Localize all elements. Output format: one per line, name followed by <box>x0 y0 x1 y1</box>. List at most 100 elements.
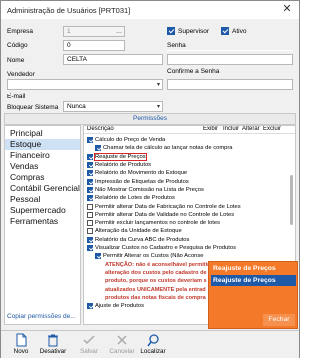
category-ferramentas[interactable]: Ferramentas <box>5 216 80 227</box>
chevron-down-icon: ▾ <box>156 82 160 88</box>
email-spacer <box>7 93 10 94</box>
permission-checkbox[interactable] <box>95 253 101 260</box>
permission-checkbox[interactable] <box>87 186 93 193</box>
category-contabil-gerencial[interactable]: Contábil Gerencial <box>5 183 80 194</box>
category-estoque[interactable]: Estoque <box>5 139 80 150</box>
senha-label: Senha <box>167 42 186 49</box>
col-excluir: Excluir <box>263 126 282 132</box>
permission-list-header: Descrição Exibir Incluir Alterar Excluir <box>84 126 295 134</box>
permission-checkbox[interactable] <box>87 178 93 185</box>
permission-checkbox[interactable] <box>87 303 93 310</box>
permission-label: Chamar tela de cálculo ao lançar notas d… <box>103 145 233 152</box>
bloquear-select[interactable]: Nunca ▾ <box>63 101 163 112</box>
codigo-field[interactable]: 0 <box>63 40 125 51</box>
bloquear-value: Nunca <box>67 103 86 110</box>
nome-field[interactable]: CELTA <box>63 54 163 65</box>
permission-checkbox[interactable] <box>87 170 93 177</box>
category-list: Principal Estoque Financeiro Vendas Comp… <box>4 125 81 325</box>
close-icon[interactable]: ✕ <box>281 3 293 15</box>
confirme-senha-field[interactable] <box>167 79 293 90</box>
permission-row[interactable]: Permitir excluir lançamentos no controle… <box>87 219 220 227</box>
permission-checkbox[interactable] <box>87 137 93 144</box>
permission-checkbox[interactable] <box>87 220 93 227</box>
empresa-field[interactable]: 1… <box>63 26 125 37</box>
permission-row[interactable]: Visualizar Custos no Cadastro e Pesquisa… <box>87 244 236 252</box>
permission-label: Permitir Alterar os Custos (Não Aconse <box>103 253 204 260</box>
search-icon <box>147 334 159 347</box>
permission-row[interactable]: Não Mostrar Comissão na Lista de Preços <box>87 186 204 194</box>
permission-checkbox[interactable] <box>87 236 93 243</box>
localizar-button[interactable]: Localizar <box>136 333 170 357</box>
warning-note-line: produto, porque os custos deveriam s <box>105 277 207 285</box>
permission-checkbox[interactable] <box>87 211 93 218</box>
category-compras[interactable]: Compras <box>5 172 80 183</box>
novo-button[interactable]: Novo <box>4 333 38 357</box>
permission-checkbox[interactable] <box>87 195 93 202</box>
copy-permissions-link[interactable]: Copiar permissões de... <box>7 313 76 320</box>
permission-label: Impressão de Etiquetas de Produtos <box>95 178 189 185</box>
warning-note-text: atualizados UNICAMENTE pela entrad <box>105 286 206 293</box>
permission-row[interactable]: Permitir Alterar os Custos (Não Aconse <box>95 252 204 260</box>
warning-note-text: produtos das notas fiscais de compra <box>105 294 206 301</box>
warning-note-line: alteração dos custos pelo cadastro de <box>105 269 207 277</box>
permission-label: Relatório de Produtos <box>95 162 152 169</box>
category-vendas[interactable]: Vendas <box>5 161 80 172</box>
help-popup-title: Reajuste de Preços <box>213 265 276 272</box>
permission-label: Permitir alterar Data de Validade no Con… <box>95 211 235 218</box>
permission-row[interactable]: Relatório de Produtos <box>87 161 151 169</box>
warning-note-line: atualizados UNICAMENTE pela entrad <box>105 285 206 293</box>
permission-label: Reajuste de Preços <box>94 152 147 161</box>
permission-label: Cálculo do Preço de Venda <box>95 137 166 144</box>
permission-row[interactable]: Relatório da Curva ABC de Produtos <box>87 236 189 244</box>
desativar-button[interactable]: Desativar <box>36 333 70 357</box>
confirme-senha-label: Confirme a Senha <box>167 68 220 75</box>
ativo-checkbox[interactable] <box>221 27 229 35</box>
new-document-icon <box>16 333 27 347</box>
permission-row[interactable]: Chamar tela de cálculo ao lançar notas d… <box>95 144 233 152</box>
cancelar-button[interactable]: Cancelar <box>105 333 139 357</box>
permission-row[interactable]: Alteração da Unidade de Estoque <box>87 227 182 235</box>
permission-label: Permitir excluir lançamentos no controle… <box>95 220 221 227</box>
permission-checkbox[interactable] <box>87 162 93 169</box>
permission-checkbox[interactable] <box>87 228 93 235</box>
toolbar: Novo Desativar Salvar Cancelar Localizar <box>1 330 299 358</box>
permission-row[interactable]: Cálculo do Preço de Venda <box>87 136 165 144</box>
col-exibir: Exibir <box>203 126 219 132</box>
localizar-label: Localizar <box>140 348 166 355</box>
senha-underline <box>167 50 293 51</box>
permission-row[interactable]: Permitir alterar Data de Validade no Con… <box>87 211 234 219</box>
lookup-icon: … <box>116 29 122 35</box>
fechar-button[interactable]: Fechar <box>263 314 295 326</box>
senha-field[interactable] <box>167 54 293 65</box>
permission-row[interactable]: Reajuste de Preços <box>87 152 147 161</box>
novo-label: Novo <box>13 348 29 355</box>
permission-row[interactable]: Relatório do Movimento do Estoque <box>87 169 187 177</box>
permission-checkbox[interactable] <box>87 153 93 160</box>
empresa-label: Empresa <box>7 28 34 35</box>
category-principal[interactable]: Principal <box>5 128 80 139</box>
user-admin-window: Administração de Usuários [PRT031] ✕ Emp… <box>0 0 300 358</box>
permissions-header: Permissões <box>4 113 296 125</box>
check-icon <box>83 335 95 345</box>
permission-row[interactable]: Ajuste de Produtos <box>87 302 144 310</box>
permission-row[interactable]: Impressão de Etiquetas de Produtos <box>87 178 189 186</box>
permission-label: Visualizar Custos no Cadastro e Pesquisa… <box>95 245 237 252</box>
permission-row[interactable]: Permitir alterar Data de Fabricação no C… <box>87 202 241 210</box>
scrollbar-thumb[interactable] <box>290 175 293 225</box>
salvar-button[interactable]: Salvar <box>72 333 106 357</box>
ativo-label: Ativo <box>232 28 247 35</box>
permission-row[interactable]: Relatório de Lotes de Produtos <box>87 194 175 202</box>
supervisor-checkbox[interactable] <box>167 27 175 35</box>
permission-checkbox[interactable] <box>95 145 101 152</box>
codigo-value: 0 <box>67 42 71 49</box>
vendedor-field[interactable]: ▾ <box>7 79 163 90</box>
category-pessoal[interactable]: Pessoal <box>5 194 80 205</box>
permission-label: Ajuste de Produtos <box>95 303 144 310</box>
permission-checkbox[interactable] <box>87 245 93 252</box>
permission-checkbox[interactable] <box>87 203 93 210</box>
category-supermercado[interactable]: Supermercado <box>5 205 80 216</box>
codigo-label: Código <box>7 42 28 49</box>
permission-label: Relatório do Movimento do Estoque <box>95 170 188 177</box>
category-financeiro[interactable]: Financeiro <box>5 150 80 161</box>
permission-label: Não Mostrar Comissão na Lista de Preços <box>95 186 204 193</box>
